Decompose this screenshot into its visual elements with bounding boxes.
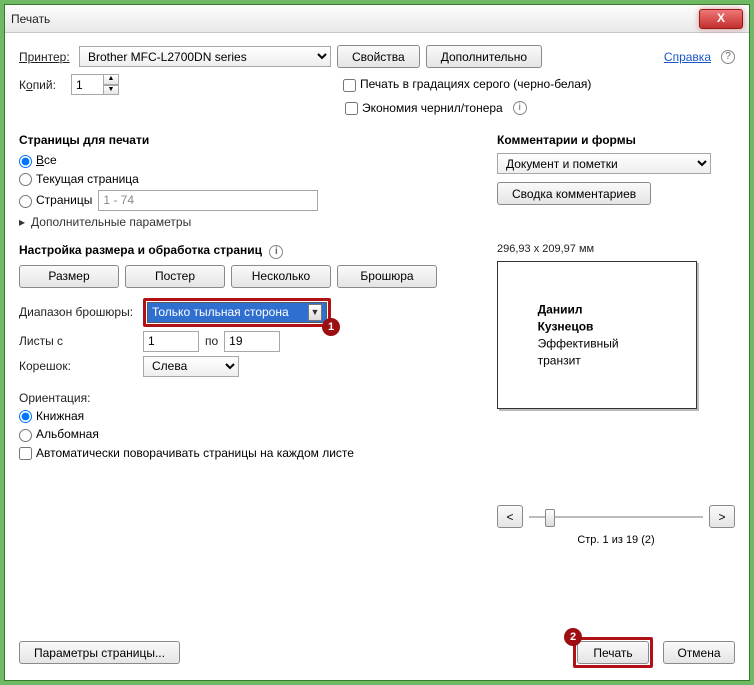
multiple-tab-button[interactable]: Несколько [231,265,331,288]
preview-prev-button[interactable]: < [497,505,523,528]
auto-rotate-checkbox[interactable]: Автоматически поворачивать страницы на к… [19,446,354,460]
sizing-group-title: Настройка размера и обработка страниц i [19,243,479,259]
pages-range-input[interactable] [98,190,318,211]
sheets-from-input[interactable] [143,331,199,352]
orientation-landscape-radio[interactable]: Альбомная [19,427,99,441]
annotation-badge-2: 2 [564,628,582,646]
pages-range-radio[interactable]: Страницы [19,193,92,207]
booklet-tab-button[interactable]: Брошюра [337,265,437,288]
annotation-frame-1: Только тыльная сторона ▼ 1 [143,298,331,327]
copies-stepper[interactable]: ▲▼ [71,74,119,95]
comments-summary-button[interactable]: Сводка комментариев [497,182,651,205]
preview-slider[interactable] [529,507,703,527]
preview-dimensions: 296,93 x 209,97 мм [497,243,735,255]
titlebar: Печать X [5,5,749,33]
preview-content: Даниил Кузнецов Эффективный транзит [538,302,637,369]
close-button[interactable]: X [699,9,743,29]
printer-label: Принтер: [19,50,73,64]
binding-select[interactable]: Слева [143,356,239,377]
chevron-down-icon: ▼ [308,304,322,321]
properties-button[interactable]: Свойства [337,45,420,68]
grayscale-checkbox[interactable]: Печать в градациях серого (черно-белая) [343,77,591,91]
pages-all-radio[interactable]: Все [19,153,57,167]
preview-page-info: Стр. 1 из 19 (2) [497,534,735,546]
sheets-from-label: Листы с [19,334,137,348]
spin-up[interactable]: ▲ [103,74,119,85]
pages-current-radio[interactable]: Текущая страница [19,172,139,186]
preview-next-button[interactable]: > [709,505,735,528]
size-tab-button[interactable]: Размер [19,265,119,288]
printer-select[interactable]: Brother MFC-L2700DN series [79,46,331,67]
sheets-to-label: по [205,334,218,348]
spin-down[interactable]: ▼ [103,85,119,96]
advanced-button[interactable]: Дополнительно [426,45,542,68]
ink-save-checkbox[interactable]: Экономия чернил/тонера [345,101,503,115]
dialog-body: Принтер: Brother MFC-L2700DN series Свой… [5,33,749,680]
print-dialog-window: Печать X Принтер: Brother MFC-L2700DN se… [4,4,750,681]
orientation-portrait-radio[interactable]: Книжная [19,409,84,423]
print-preview: Даниил Кузнецов Эффективный транзит [497,261,697,409]
more-params-toggle[interactable]: ▸ Дополнительные параметры [19,215,479,229]
info-icon: i [269,245,283,259]
page-setup-button[interactable]: Параметры страницы... [19,641,180,664]
orientation-title: Ориентация: [19,391,479,405]
binding-label: Корешок: [19,359,137,373]
help-link[interactable]: Справка [664,50,711,64]
annotation-frame-2: Печать 2 [573,637,653,668]
window-title: Печать [11,12,699,26]
copies-input[interactable] [71,74,103,95]
help-icon[interactable]: ? [721,50,735,64]
annotation-badge-1: 1 [322,318,340,336]
comments-group-title: Комментарии и формы [497,133,735,147]
booklet-range-label: Диапазон брошюры: [19,305,137,319]
comments-select[interactable]: Документ и пометки [497,153,711,174]
sheets-to-input[interactable] [224,331,280,352]
cancel-button[interactable]: Отмена [663,641,735,664]
booklet-range-select[interactable]: Только тыльная сторона ▼ [147,302,327,323]
print-button[interactable]: Печать [577,641,649,664]
poster-tab-button[interactable]: Постер [125,265,225,288]
pages-group-title: Страницы для печати [19,133,479,147]
info-icon: i [513,101,527,115]
copies-label: Копий: [19,78,65,92]
